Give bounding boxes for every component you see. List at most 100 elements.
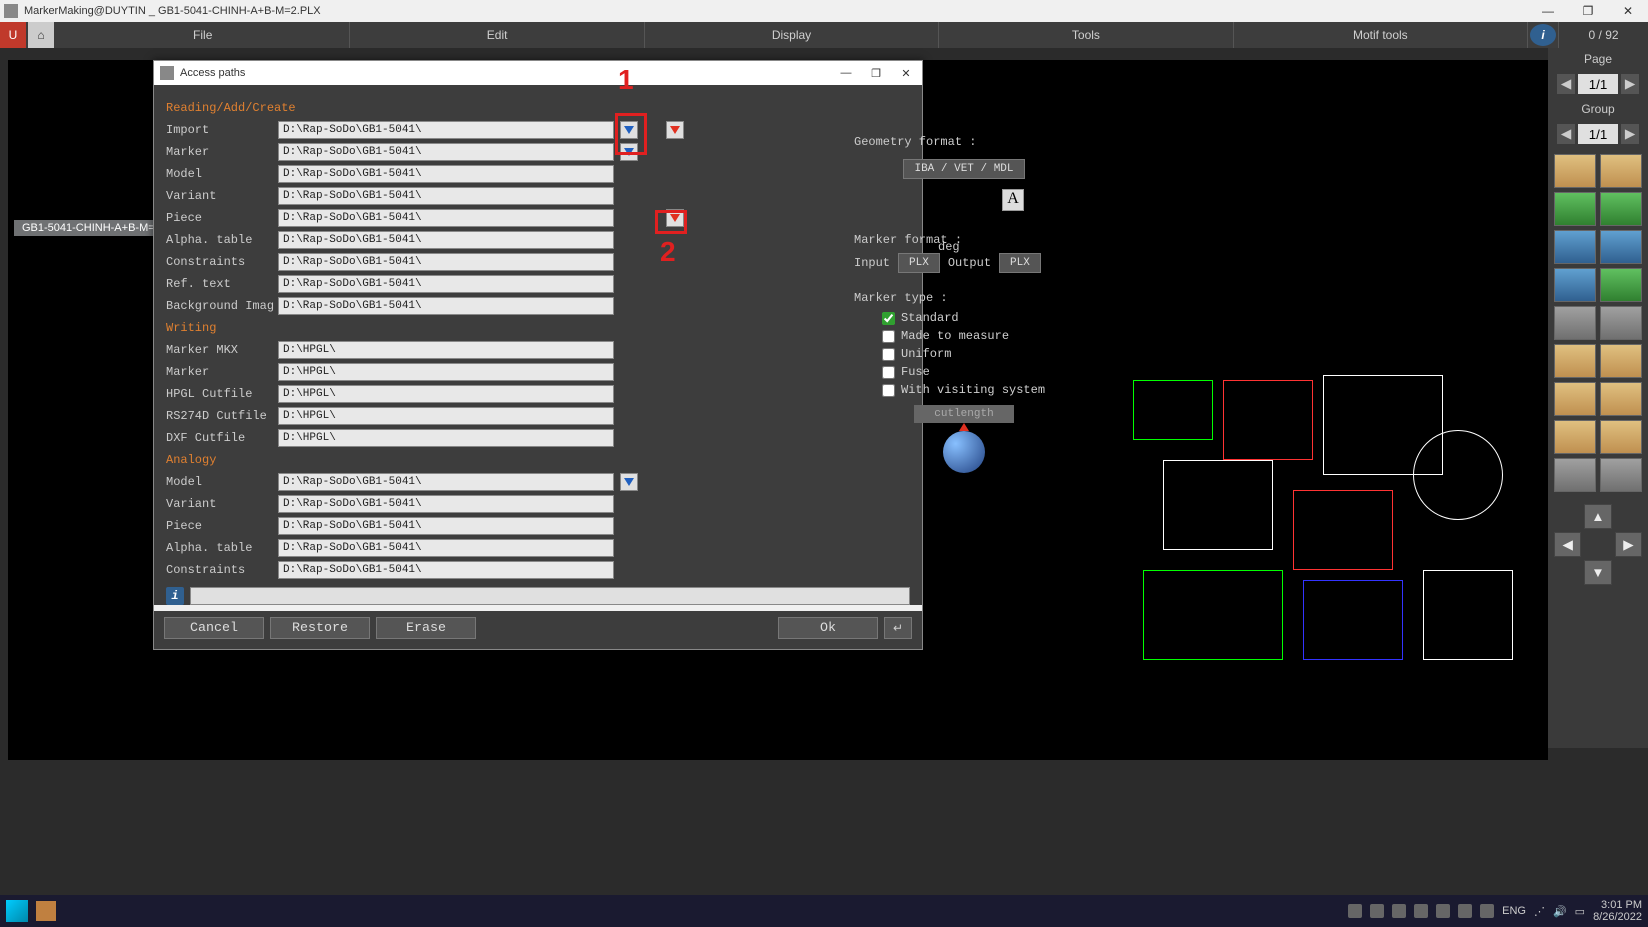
marker-tab-label[interactable]: GB1-5041-CHINH-A+B-M=2 bbox=[14, 220, 169, 236]
input-plx-button[interactable]: PLX bbox=[898, 253, 940, 273]
input-marker-mkx[interactable] bbox=[278, 341, 614, 359]
input-model[interactable] bbox=[278, 165, 614, 183]
tool-5[interactable] bbox=[1554, 230, 1596, 264]
dropdown-import-2[interactable] bbox=[666, 121, 684, 139]
tool-15[interactable] bbox=[1554, 420, 1596, 454]
font-a-icon[interactable]: A bbox=[1002, 189, 1024, 211]
tray-icon-4[interactable] bbox=[1414, 904, 1428, 918]
tray-icon-2[interactable] bbox=[1370, 904, 1384, 918]
tool-zoom-icon[interactable] bbox=[1554, 268, 1596, 302]
input-a-variant[interactable] bbox=[278, 495, 614, 513]
dialog-info-input[interactable] bbox=[190, 587, 910, 605]
page-next[interactable]: ▶ bbox=[1621, 74, 1639, 94]
input-hpgl[interactable] bbox=[278, 385, 614, 403]
menu-edit[interactable]: Edit bbox=[350, 22, 644, 48]
tray-icon-6[interactable] bbox=[1458, 904, 1472, 918]
tool-11[interactable] bbox=[1554, 344, 1596, 378]
nav-left[interactable]: ◀ bbox=[1554, 532, 1581, 557]
restore-button[interactable]: Restore bbox=[270, 617, 370, 639]
group-value[interactable] bbox=[1578, 124, 1618, 144]
nav-down[interactable]: ▼ bbox=[1584, 560, 1611, 585]
tool-10[interactable] bbox=[1600, 306, 1642, 340]
tray-language[interactable]: ENG bbox=[1502, 905, 1526, 917]
tool-12[interactable] bbox=[1600, 344, 1642, 378]
dialog-titlebar[interactable]: Access paths — ❐ ✕ bbox=[154, 61, 922, 85]
chk-standard[interactable] bbox=[882, 312, 895, 325]
dialog-info-icon[interactable]: i bbox=[166, 587, 184, 605]
input-dxf[interactable] bbox=[278, 429, 614, 447]
menu-tools[interactable]: Tools bbox=[939, 22, 1233, 48]
input-marker[interactable] bbox=[278, 143, 614, 161]
ok-button[interactable]: Ok bbox=[778, 617, 878, 639]
tool-6[interactable] bbox=[1600, 230, 1642, 264]
input-a-constraints[interactable] bbox=[278, 561, 614, 579]
tool-18[interactable] bbox=[1600, 458, 1642, 492]
tray-icon-3[interactable] bbox=[1392, 904, 1406, 918]
dialog-maximize[interactable]: ❐ bbox=[866, 67, 886, 80]
tray-sound-icon[interactable]: 🔊 bbox=[1553, 905, 1567, 918]
window-close[interactable]: ✕ bbox=[1608, 0, 1648, 22]
input-a-model[interactable] bbox=[278, 473, 614, 491]
page-value[interactable] bbox=[1578, 74, 1618, 94]
menu-display[interactable]: Display bbox=[645, 22, 939, 48]
tool-8[interactable] bbox=[1600, 268, 1642, 302]
cancel-button[interactable]: Cancel bbox=[164, 617, 264, 639]
input-a-piece[interactable] bbox=[278, 517, 614, 535]
erase-button[interactable]: Erase bbox=[376, 617, 476, 639]
tray-clock[interactable]: 3:01 PM 8/26/2022 bbox=[1593, 899, 1642, 923]
chk-made-to-measure[interactable] bbox=[882, 330, 895, 343]
dropdown-a-model[interactable] bbox=[620, 473, 638, 491]
input-rs274d[interactable] bbox=[278, 407, 614, 425]
window-maximize[interactable]: ❐ bbox=[1568, 0, 1608, 22]
menu-info-icon[interactable]: i bbox=[1530, 24, 1556, 46]
tool-4[interactable] bbox=[1600, 192, 1642, 226]
input-variant[interactable] bbox=[278, 187, 614, 205]
group-next[interactable]: ▶ bbox=[1621, 124, 1639, 144]
app-logo-2[interactable]: ⌂ bbox=[28, 22, 54, 48]
window-minimize[interactable]: — bbox=[1528, 0, 1568, 22]
dialog-minimize[interactable]: — bbox=[836, 67, 856, 80]
group-prev[interactable]: ◀ bbox=[1557, 124, 1575, 144]
dropdown-marker[interactable] bbox=[620, 143, 638, 161]
tool-17[interactable] bbox=[1554, 458, 1596, 492]
nav-right[interactable]: ▶ bbox=[1615, 532, 1642, 557]
tray-icon-5[interactable] bbox=[1436, 904, 1450, 918]
input-constraints[interactable] bbox=[278, 253, 614, 271]
dropdown-import[interactable] bbox=[620, 121, 638, 139]
tool-13[interactable] bbox=[1554, 382, 1596, 416]
geometry-format-button[interactable]: IBA / VET / MDL bbox=[903, 159, 1024, 179]
nav-up[interactable]: ▲ bbox=[1584, 504, 1611, 529]
cutlength-button[interactable]: cutlength bbox=[914, 405, 1014, 423]
tray-icon-1[interactable] bbox=[1348, 904, 1362, 918]
tool-3[interactable] bbox=[1554, 192, 1596, 226]
input-bg-image[interactable] bbox=[278, 297, 614, 315]
dropdown-piece-2[interactable] bbox=[666, 209, 684, 227]
chk-fuse[interactable] bbox=[882, 366, 895, 379]
tool-16[interactable] bbox=[1600, 420, 1642, 454]
start-button[interactable] bbox=[6, 900, 28, 922]
taskbar-app-1[interactable] bbox=[36, 901, 56, 921]
input-import[interactable] bbox=[278, 121, 614, 139]
tray-wifi-icon[interactable]: ⋰ bbox=[1534, 905, 1545, 918]
windows-taskbar[interactable]: ENG ⋰ 🔊 ▭ 3:01 PM 8/26/2022 bbox=[0, 895, 1648, 927]
tray-icon-7[interactable] bbox=[1480, 904, 1494, 918]
input-ref-text[interactable] bbox=[278, 275, 614, 293]
menu-file[interactable]: File bbox=[56, 22, 350, 48]
globe-icon[interactable] bbox=[943, 431, 985, 473]
page-prev[interactable]: ◀ bbox=[1557, 74, 1575, 94]
menu-motif-tools[interactable]: Motif tools bbox=[1234, 22, 1528, 48]
tool-14[interactable] bbox=[1600, 382, 1642, 416]
tool-2[interactable] bbox=[1600, 154, 1642, 188]
input-a-alpha[interactable] bbox=[278, 539, 614, 557]
input-w-marker[interactable] bbox=[278, 363, 614, 381]
chk-visiting[interactable] bbox=[882, 384, 895, 397]
input-piece[interactable] bbox=[278, 209, 614, 227]
tray-battery-icon[interactable]: ▭ bbox=[1575, 905, 1585, 918]
chk-uniform[interactable] bbox=[882, 348, 895, 361]
tool-1[interactable] bbox=[1554, 154, 1596, 188]
enter-icon[interactable]: ↵ bbox=[884, 617, 912, 639]
app-logo-1[interactable]: U bbox=[0, 22, 26, 48]
output-plx-button[interactable]: PLX bbox=[999, 253, 1041, 273]
tool-9[interactable] bbox=[1554, 306, 1596, 340]
dialog-close[interactable]: ✕ bbox=[896, 67, 916, 80]
